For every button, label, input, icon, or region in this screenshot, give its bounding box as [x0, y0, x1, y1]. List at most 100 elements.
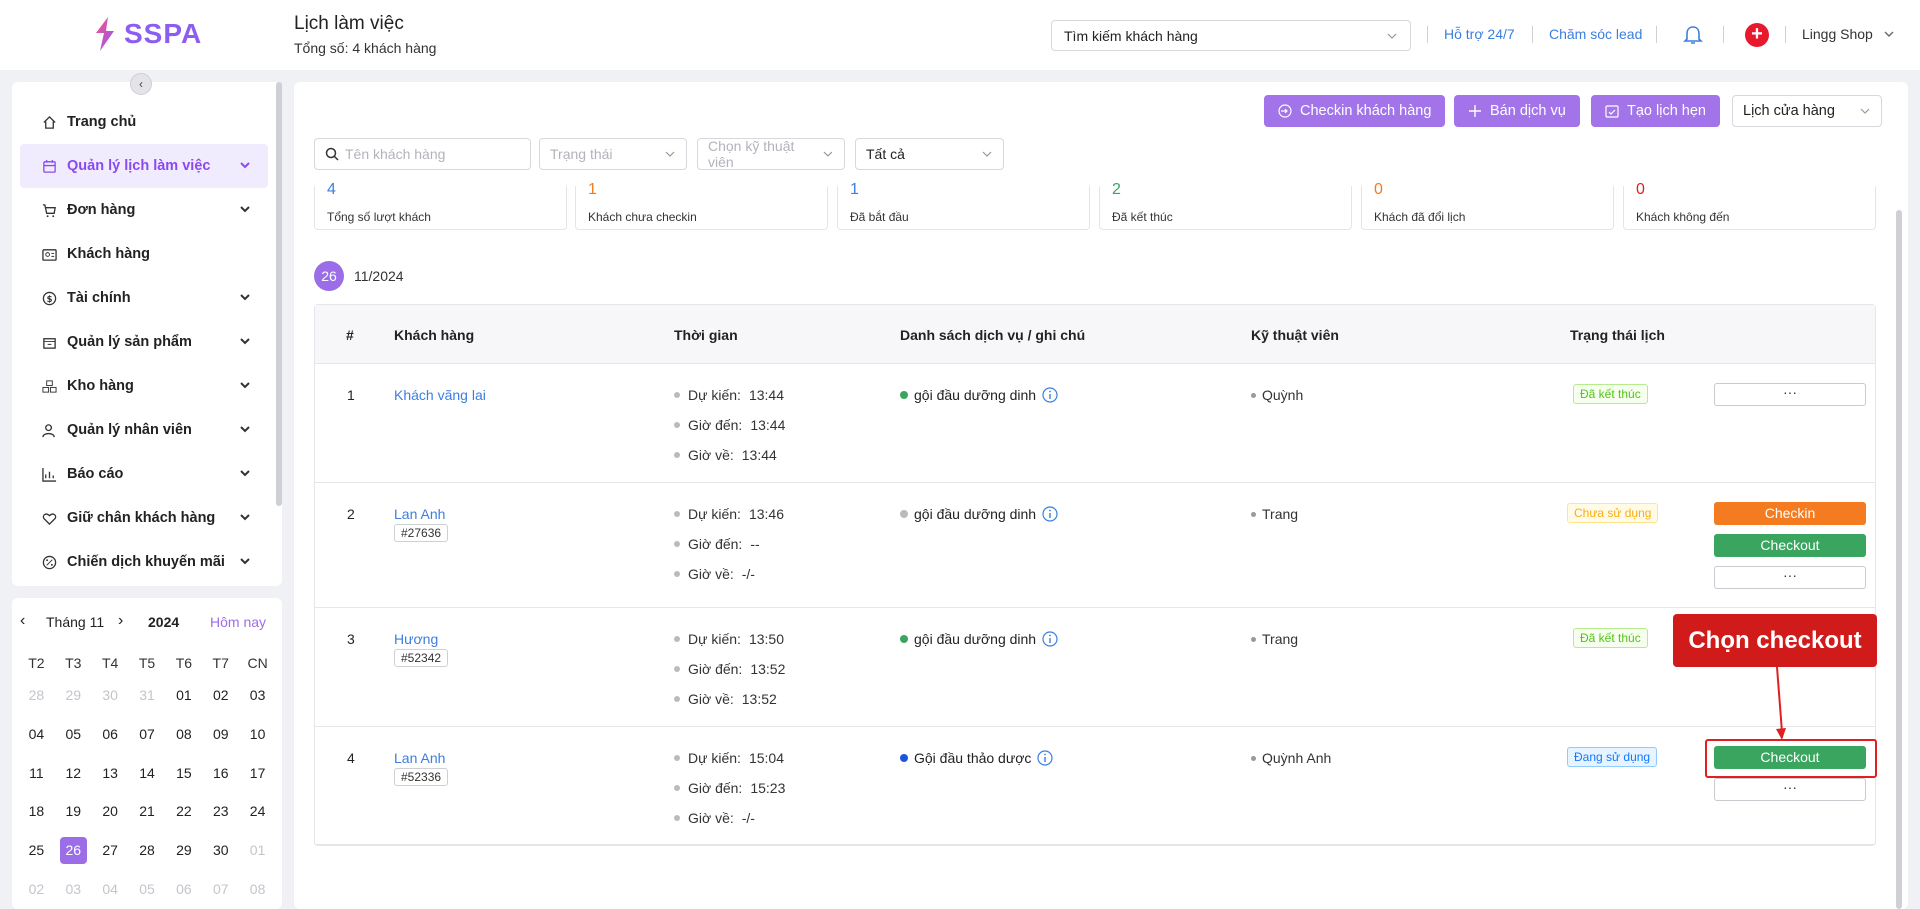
calendar-day[interactable]: 14	[129, 765, 166, 781]
calendar-day[interactable]: 09	[202, 726, 239, 742]
calendar-day[interactable]: 18	[18, 803, 55, 819]
sidebar-item-staff[interactable]: Quản lý nhân viên	[20, 408, 268, 452]
calendar-month[interactable]: Tháng 11	[46, 614, 104, 630]
sidebar-scrollbar[interactable]	[276, 82, 282, 506]
calendar-day[interactable]: 06	[165, 881, 202, 897]
sidebar-item-products[interactable]: Quản lý sản phẩm	[20, 320, 268, 364]
calendar-day[interactable]: 24	[239, 803, 276, 819]
customer-name-link[interactable]: Hương	[394, 631, 438, 647]
calendar-day[interactable]: 02	[202, 687, 239, 703]
sidebar-item-retention[interactable]: Giữ chân khách hàng	[20, 496, 268, 540]
calendar-day[interactable]: 27	[92, 842, 129, 858]
sidebar-item-promotions[interactable]: Chiến dịch khuyến mãi	[20, 540, 268, 584]
sidebar-item-warehouse[interactable]: Kho hàng	[20, 364, 268, 408]
technician-filter[interactable]: Chọn kỹ thuật viên	[697, 138, 845, 170]
calendar-day[interactable]: 31	[129, 687, 166, 703]
shop-menu[interactable]: Lingg Shop	[1802, 26, 1895, 42]
customer-name-link[interactable]: Khách vãng lai	[394, 387, 486, 403]
checkout-button[interactable]: Checkout	[1714, 534, 1866, 557]
calendar-day[interactable]: 30	[92, 687, 129, 703]
info-icon[interactable]	[1042, 506, 1058, 522]
calendar-day[interactable]: 16	[202, 765, 239, 781]
stat-card[interactable]: 1 Đã bắt đầu	[837, 181, 1090, 230]
bell-icon[interactable]	[1682, 24, 1704, 46]
calendar-day[interactable]: 12	[55, 765, 92, 781]
lead-care-link[interactable]: Chăm sóc lead	[1549, 26, 1642, 42]
login-icon	[1278, 104, 1292, 118]
calendar-day[interactable]: 15	[165, 765, 202, 781]
info-icon[interactable]	[1042, 631, 1058, 647]
status-filter[interactable]: Trạng thái	[539, 138, 687, 170]
calendar-day[interactable]: 06	[92, 726, 129, 742]
calendar-day[interactable]: 22	[165, 803, 202, 819]
more-actions-button[interactable]: ···	[1714, 778, 1866, 801]
calendar-day[interactable]: 17	[239, 765, 276, 781]
calendar-year[interactable]: 2024	[148, 614, 179, 630]
today-button[interactable]: Hôm nay	[210, 614, 266, 630]
create-appointment-button[interactable]: Tạo lịch hẹn	[1591, 95, 1720, 127]
calendar-day[interactable]: 21	[129, 803, 166, 819]
calendar-day[interactable]: 07	[202, 881, 239, 897]
calendar-day[interactable]: 30	[202, 842, 239, 858]
calendar-day[interactable]: 25	[18, 842, 55, 858]
more-actions-button[interactable]: ···	[1714, 383, 1866, 406]
calendar-day[interactable]: 28	[18, 687, 55, 703]
add-icon[interactable]: +	[1745, 23, 1769, 47]
calendar-day[interactable]: 04	[92, 881, 129, 897]
stat-card[interactable]: 0 Khách không đến	[1623, 181, 1876, 230]
calendar-day[interactable]: 02	[18, 881, 55, 897]
support-link[interactable]: Hỗ trợ 24/7	[1444, 26, 1515, 42]
divider	[1723, 26, 1724, 43]
more-actions-button[interactable]: ···	[1714, 566, 1866, 589]
customer-search-select[interactable]: Tìm kiếm khách hàng	[1051, 20, 1411, 51]
calendar-day[interactable]: 10	[239, 726, 276, 742]
calendar-day[interactable]: 04	[18, 726, 55, 742]
stat-card[interactable]: 1 Khách chưa checkin	[575, 181, 828, 230]
calendar-day[interactable]: 29	[55, 687, 92, 703]
type-filter[interactable]: Tất cả	[855, 138, 1004, 170]
prev-month-icon[interactable]: ‹	[20, 612, 25, 630]
sidebar-item-orders[interactable]: Đơn hàng	[20, 188, 268, 232]
info-icon[interactable]	[1042, 387, 1058, 403]
collapse-sidebar-button[interactable]: ‹	[130, 73, 152, 95]
main-scrollbar[interactable]	[1896, 210, 1902, 909]
calendar-day[interactable]: 23	[202, 803, 239, 819]
stat-card[interactable]: 4 Tổng số lượt khách	[314, 181, 567, 230]
checkin-customer-button[interactable]: Checkin khách hàng	[1264, 95, 1446, 127]
sidebar-item-customers[interactable]: Khách hàng	[20, 232, 268, 276]
calendar-day[interactable]: 03	[55, 881, 92, 897]
calendar-day[interactable]: 11	[18, 765, 55, 781]
calendar-day[interactable]: 05	[55, 726, 92, 742]
customer-name-filter[interactable]: Tên khách hàng	[314, 138, 531, 170]
checkin-button[interactable]: Checkin	[1714, 502, 1866, 525]
stat-card[interactable]: 2 Đã kết thúc	[1099, 181, 1352, 230]
calendar-day[interactable]: 29	[165, 842, 202, 858]
calendar-day[interactable]: 01	[239, 842, 276, 858]
sell-service-button[interactable]: Bán dịch vụ	[1454, 95, 1580, 127]
calendar-day[interactable]: 05	[129, 881, 166, 897]
calendar-day[interactable]: 08	[239, 881, 276, 897]
calendar-day-selected[interactable]: 26	[55, 836, 92, 864]
calendar-day[interactable]: 03	[239, 687, 276, 703]
calendar-day[interactable]: 01	[165, 687, 202, 703]
calendar-day[interactable]: 08	[165, 726, 202, 742]
info-icon[interactable]	[1037, 750, 1054, 766]
calendar-day[interactable]: 13	[92, 765, 129, 781]
sidebar-item-home[interactable]: Trang chủ	[20, 100, 268, 144]
calendar-day[interactable]: 07	[129, 726, 166, 742]
customer-name-link[interactable]: Lan Anh	[394, 506, 445, 522]
store-calendar-select[interactable]: Lịch cửa hàng	[1732, 95, 1882, 127]
customer-name-link[interactable]: Lan Anh	[394, 750, 445, 766]
stat-card[interactable]: 0 Khách đã đổi lịch	[1361, 181, 1614, 230]
sidebar-item-reports[interactable]: Báo cáo	[20, 452, 268, 496]
chevron-down-icon	[1387, 33, 1397, 39]
time-line: Giờ về: -/-	[674, 810, 755, 826]
col-services: Danh sách dịch vụ / ghi chú	[900, 327, 1086, 343]
sidebar-item-schedule[interactable]: Quản lý lịch làm việc	[20, 144, 268, 188]
calendar-day[interactable]: 20	[92, 803, 129, 819]
calendar-day[interactable]: 28	[129, 842, 166, 858]
calendar-day[interactable]: 19	[55, 803, 92, 819]
next-month-icon[interactable]: ›	[118, 612, 123, 630]
sidebar-item-finance[interactable]: $ Tài chính	[20, 276, 268, 320]
logo[interactable]: SSPA	[94, 17, 202, 51]
